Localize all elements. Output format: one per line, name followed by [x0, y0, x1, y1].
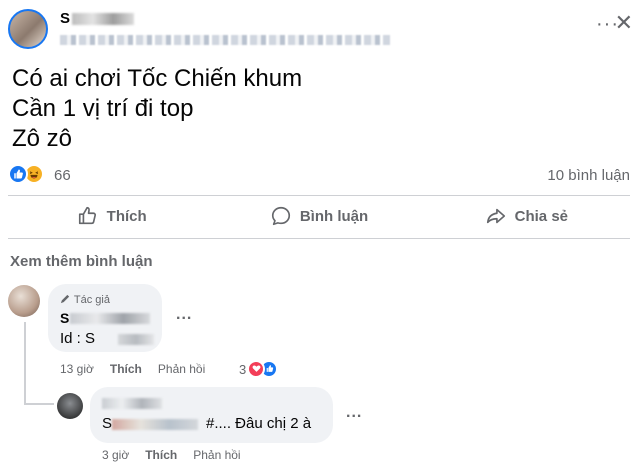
- reply-more-button[interactable]: ...: [346, 404, 362, 422]
- comment-author-name-text: S: [60, 310, 70, 326]
- comment-author-name[interactable]: S: [60, 310, 69, 326]
- comment-meta: 13 giờ Thích Phản hồi: [60, 362, 205, 376]
- post-line: Zô zô: [12, 125, 73, 152]
- reply-bubble: S #.... Đâu chị 2 à: [90, 387, 333, 443]
- comment-button-label: Bình luận: [299, 207, 369, 225]
- reply-reply-button[interactable]: Phản hồi: [193, 448, 240, 462]
- reactions-summary: 66 10 bình luận: [8, 163, 630, 187]
- like-reaction-icon[interactable]: [8, 164, 28, 184]
- share-button[interactable]: Chia sẻ: [423, 197, 630, 235]
- reply-text-suffix: #.... Đâu chị 2 à: [206, 415, 312, 432]
- share-button-label: Chia sẻ: [514, 207, 568, 225]
- post-line: Có ai chơi Tốc Chiến khum: [12, 65, 303, 92]
- comment-reactions[interactable]: 3: [239, 360, 279, 378]
- comment-text-line: Id : S: [60, 330, 96, 347]
- author-badge: Tác giả: [60, 293, 110, 306]
- like-button-label: Thích: [106, 207, 147, 225]
- divider: [8, 238, 630, 239]
- see-more-comments-link[interactable]: Xem thêm bình luận: [10, 253, 153, 270]
- thread-connector: [24, 322, 26, 405]
- share-arrow-icon: [486, 208, 505, 224]
- post-meta-redacted: [60, 35, 390, 45]
- thumbs-up-icon: [78, 206, 96, 225]
- post-actions: Thích Bình luận Chia sẻ: [8, 197, 630, 235]
- comment-time[interactable]: 13 giờ: [60, 362, 94, 376]
- reply-mention-redacted: [112, 419, 198, 430]
- comment-bubble-icon: [271, 206, 290, 226]
- reply-like-button[interactable]: Thích: [145, 448, 177, 462]
- reaction-count[interactable]: 66: [54, 167, 71, 184]
- comment-text: Id : S: [60, 330, 95, 347]
- comment-author-name-redacted: [70, 313, 150, 324]
- reply-meta: 3 giờ Thích Phản hồi: [102, 448, 241, 462]
- reply-author-name-redacted[interactable]: [102, 398, 162, 409]
- post-line: Cần 1 vị trí đi top: [12, 95, 194, 122]
- comment-text-redacted: [118, 334, 154, 345]
- like-button[interactable]: Thích: [8, 197, 215, 235]
- reply-text: S: [102, 415, 112, 432]
- comment-bubble: Tác giả S Id : S: [48, 284, 162, 352]
- post-close-button[interactable]: ✕: [615, 12, 633, 34]
- author-name-redacted: [72, 13, 135, 26]
- replier-avatar[interactable]: [57, 393, 83, 419]
- thread-connector: [24, 403, 54, 405]
- author-badge-label: Tác giả: [73, 294, 110, 306]
- author-name-text: S: [60, 10, 71, 27]
- comment-button[interactable]: Bình luận: [215, 197, 422, 235]
- reply-text-prefix: S: [102, 415, 113, 432]
- pencil-icon: [60, 294, 70, 304]
- author-avatar[interactable]: [8, 9, 48, 49]
- comment-reaction-count: 3: [239, 361, 247, 377]
- commenter-avatar[interactable]: [8, 285, 40, 317]
- author-name[interactable]: S: [60, 10, 135, 27]
- divider: [8, 195, 630, 196]
- comment-like-button[interactable]: Thích: [110, 362, 142, 376]
- comment-more-button[interactable]: ...: [176, 306, 192, 324]
- post-body: Có ai chơi Tốc Chiến khum Cần 1 vị trí đ…: [12, 64, 302, 154]
- reply-time[interactable]: 3 giờ: [102, 448, 129, 462]
- comment-reply-button[interactable]: Phản hồi: [158, 362, 205, 376]
- post-meta: [60, 33, 530, 47]
- comment-count[interactable]: 10 bình luận: [547, 167, 630, 184]
- post-header: S ··· ✕: [0, 0, 639, 60]
